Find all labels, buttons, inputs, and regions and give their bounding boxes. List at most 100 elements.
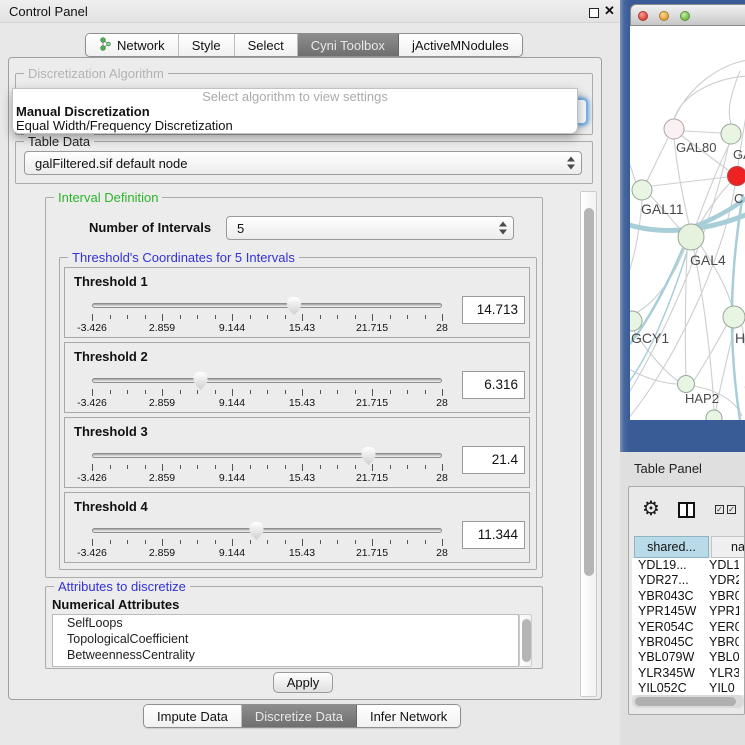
threshold-3-slider[interactable]: -3.4262.8599.14415.4321.71528	[92, 418, 442, 489]
bottom-tabbar: Impute Data Discretize Data Infer Networ…	[143, 704, 461, 728]
checkbox-checked-icon[interactable]: ✓	[727, 505, 736, 514]
slider-thumb[interactable]	[249, 522, 264, 540]
close-traffic-light-icon[interactable]	[638, 11, 648, 21]
minimize-traffic-light-icon[interactable]	[659, 11, 669, 21]
combo-arrows-icon	[499, 222, 507, 235]
table-data-group: Table Data galFiltered.sif default node	[15, 141, 593, 184]
number-of-intervals-label: Number of Intervals	[89, 220, 211, 235]
tab-infer-network[interactable]: Infer Network	[357, 705, 460, 727]
numerical-attributes-list: SelfLoops TopologicalCoefficient Between…	[52, 614, 519, 667]
gear-icon[interactable]: ⚙	[642, 499, 660, 519]
table-panel-box: ⚙ ✓ ✓ shared... na YDL19...YDL1 YDR27...…	[628, 486, 745, 715]
label-h-partial: H	[735, 330, 745, 346]
slider-ticks	[92, 389, 442, 396]
slider-thumb[interactable]	[361, 447, 376, 465]
node-hap2[interactable]	[678, 376, 695, 393]
discretization-algorithm-title: Discretization Algorithm	[24, 66, 168, 81]
interval-definition-title: Interval Definition	[54, 190, 162, 205]
threshold-1-value[interactable]: 14.713	[462, 296, 525, 324]
node-bottom[interactable]	[706, 410, 722, 420]
threshold-2-slider[interactable]: -3.4262.8599.14415.4321.71528	[92, 343, 442, 414]
network-icon	[99, 37, 112, 54]
algorithm-dropdown-popup: Select algorithm to view settings Manual…	[12, 88, 578, 134]
main-scrollbar[interactable]	[580, 191, 597, 697]
table-horizontal-scrollbar[interactable]	[632, 695, 744, 708]
apply-button[interactable]: Apply	[273, 672, 333, 693]
slider-scale-labels: -3.4262.8599.14415.4321.71528	[92, 472, 442, 484]
slider-thumb[interactable]	[287, 297, 302, 315]
column-header-name[interactable]: na	[711, 536, 745, 558]
table-row[interactable]: YBR043CYBR0	[632, 589, 745, 604]
node-h[interactable]	[723, 306, 745, 328]
combo-arrows-icon	[567, 157, 575, 170]
dropdown-option-manual[interactable]: Manual Discretization	[13, 105, 577, 119]
table-row[interactable]: YER054CYER0	[632, 620, 745, 635]
node-gal4[interactable]	[678, 224, 704, 250]
attributes-group-title: Attributes to discretize	[54, 579, 190, 594]
top-tabbar: Network Style Select Cyni Toolbox jActiv…	[85, 33, 523, 57]
tab-style[interactable]: Style	[179, 34, 235, 56]
table-body: YDL19...YDL1 YDR27...YDR2 YBR043CYBR0 YP…	[632, 558, 745, 695]
attributes-list-scrollbar[interactable]	[519, 614, 532, 667]
label-gal80: GAL80	[676, 140, 716, 155]
slider-track[interactable]	[92, 378, 442, 383]
table-row[interactable]: YBR045CYBR0	[632, 635, 745, 650]
node-top-right[interactable]	[721, 124, 741, 144]
column-header-shared[interactable]: shared...	[634, 536, 709, 558]
label-gcy1: GCY1	[631, 330, 669, 346]
threshold-2-value[interactable]: 6.316	[462, 371, 525, 399]
table-data-title: Table Data	[24, 134, 94, 149]
threshold-3-value[interactable]: 21.4	[462, 446, 525, 474]
slider-ticks	[92, 464, 442, 471]
table-data-combobox[interactable]: galFiltered.sif default node	[24, 151, 582, 175]
panel-title: Control Panel	[9, 4, 88, 19]
dropdown-prompt: Select algorithm to view settings	[13, 89, 577, 105]
node-gal80[interactable]	[664, 119, 684, 139]
slider-track[interactable]	[92, 528, 442, 533]
columns-icon[interactable]	[678, 502, 695, 518]
numerical-attributes-label: Numerical Attributes	[52, 597, 179, 612]
threshold-4-slider[interactable]: -3.4262.8599.14415.4321.71528	[92, 493, 442, 564]
threshold-1-slider[interactable]: -3.4262.8599.14415.4321.71528	[92, 268, 442, 339]
table-row[interactable]: YDR27...YDR2	[632, 573, 745, 588]
node-gal11[interactable]	[632, 180, 652, 200]
label-g-partial: GA	[733, 147, 745, 162]
dropdown-option-equal-width[interactable]: Equal Width/Frequency Discretization	[13, 119, 577, 133]
slider-thumb[interactable]	[193, 372, 208, 390]
list-item[interactable]: BetweennessCentrality	[53, 647, 518, 663]
interval-definition-group: Interval Definition Number of Intervals …	[45, 197, 543, 578]
slider-scale-labels: -3.4262.8599.14415.4321.71528	[92, 322, 442, 334]
zoom-traffic-light-icon[interactable]	[680, 11, 690, 21]
list-item[interactable]: SelfLoops	[53, 615, 518, 631]
checkbox-checked-icon[interactable]: ✓	[715, 505, 724, 514]
table-row[interactable]: YLR345WYLR3	[632, 666, 745, 681]
cyni-main-panel: Discretization Algorithm Table Data galF…	[8, 57, 602, 700]
tab-discretize-data[interactable]: Discretize Data	[242, 705, 357, 727]
close-icon[interactable]: ✕	[604, 3, 615, 19]
tab-cyni-toolbox[interactable]: Cyni Toolbox	[298, 34, 399, 56]
number-of-intervals-combobox[interactable]: 5	[226, 216, 514, 240]
slider-track[interactable]	[92, 303, 442, 308]
table-row[interactable]: YIL052CYIL0	[632, 681, 745, 695]
threshold-1-row: Threshold 1 -3.4262.8599.14415.4321.7152…	[64, 267, 530, 338]
slider-scale-labels: -3.4262.8599.14415.4321.71528	[92, 397, 442, 409]
threshold-4-row: Threshold 4 -3.4262.8599.14415.4321.7152…	[64, 492, 530, 563]
threshold-2-row: Threshold 2 -3.4262.8599.14415.4321.7152…	[64, 342, 530, 413]
float-window-icon[interactable]	[589, 8, 599, 18]
table-row[interactable]: YBL079WYBL0	[632, 650, 745, 665]
list-item[interactable]: TopologicalCoefficient	[53, 631, 518, 647]
table-row[interactable]: YPR145WYPR1	[632, 604, 745, 619]
network-window-frame: GAL80 GA C GAL11 GAL4 GCY1 H HAP2	[620, 0, 745, 452]
node-red[interactable]	[728, 167, 745, 186]
tab-jactivemnodules[interactable]: jActiveMNodules	[399, 34, 522, 56]
tab-network[interactable]: Network	[86, 34, 179, 56]
table-panel-title: Table Panel	[634, 461, 702, 476]
table-row[interactable]: YDL19...YDL1	[632, 558, 745, 573]
network-window-titlebar[interactable]	[630, 4, 745, 26]
slider-track[interactable]	[92, 453, 442, 458]
tab-impute-data[interactable]: Impute Data	[144, 705, 242, 727]
screen: Control Panel ✕ Network Style Select Cyn…	[0, 0, 745, 745]
tab-select[interactable]: Select	[235, 34, 298, 56]
threshold-4-value[interactable]: 11.344	[462, 521, 525, 549]
network-canvas[interactable]: GAL80 GA C GAL11 GAL4 GCY1 H HAP2	[630, 26, 745, 420]
